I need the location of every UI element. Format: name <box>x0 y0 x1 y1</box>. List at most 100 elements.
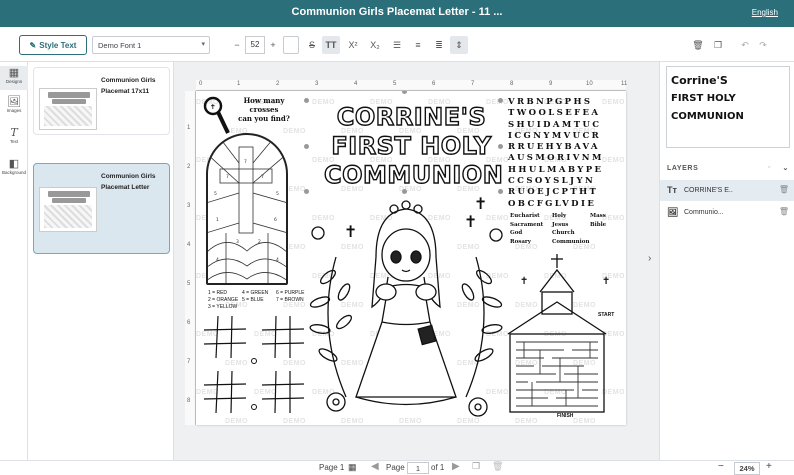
color-legend-col2: 4 = GREEN 5 = BLUE <box>242 290 269 303</box>
previous-page-icon[interactable]: ◀ <box>371 461 379 472</box>
word-list-col3: Mass Bible <box>590 213 607 228</box>
svg-text:7: 7 <box>226 174 229 180</box>
svg-text:3: 3 <box>236 239 239 245</box>
title-line-3[interactable]: COMMUNION <box>323 160 503 189</box>
bottom-bar: Page 1 ▦ ◀ Page 1 of 1 ▶ ❐ 🗑 − 24% + <box>0 460 794 475</box>
properties-panel: Corrine'S FIRST HOLY COMMUNION LAYERS ▫ … <box>659 62 794 460</box>
nav-background[interactable]: ◧ Background <box>0 157 28 181</box>
svg-text:1: 1 <box>216 217 219 223</box>
chevron-right-icon[interactable]: › <box>648 253 651 264</box>
horizontal-ruler: 0 1 2 3 4 5 6 7 8 9 10 11 <box>196 80 627 91</box>
superscript-button[interactable]: X² <box>344 36 362 54</box>
background-icon: ◧ <box>8 158 20 170</box>
nav-images[interactable]: 🖼 Images <box>0 95 28 119</box>
title-line-2[interactable]: FIRST HOLY <box>324 131 499 160</box>
magic-wand-icon: ✎ <box>29 40 37 50</box>
designs-panel: Communion Girls Placemat 17x11 Communion… <box>28 62 174 460</box>
stained-glass-window: 7 7 7 5 5 1 6 3 2 4 4 <box>206 133 288 285</box>
demo-watermark-text: DEMO <box>283 128 306 135</box>
redo-icon[interactable]: ↷ <box>754 36 772 54</box>
svg-text:5: 5 <box>214 191 217 197</box>
design-thumbnail <box>39 187 97 232</box>
svg-text:7: 7 <box>244 159 247 165</box>
document-title: Communion Girls Placemat Letter - 11 ... <box>291 6 503 18</box>
font-size-increase-button[interactable]: + <box>264 36 282 54</box>
trash-icon[interactable]: 🗑 <box>689 36 707 54</box>
resize-handle[interactable] <box>304 98 309 103</box>
svg-text:6: 6 <box>274 217 277 223</box>
trash-icon[interactable]: 🗑 <box>779 185 789 194</box>
top-bar: Communion Girls Placemat Letter - 11 ...… <box>0 0 794 27</box>
duplicate-icon[interactable]: ❐ <box>709 36 727 54</box>
subscript-button[interactable]: X₂ <box>366 36 384 54</box>
align-center-icon[interactable]: ≡ <box>409 36 427 54</box>
font-size-input[interactable]: 52 <box>245 36 265 54</box>
svg-text:✝: ✝ <box>520 276 528 287</box>
page-count: of 1 <box>431 463 445 472</box>
resize-handle[interactable] <box>304 189 309 194</box>
resize-handle[interactable] <box>304 144 309 149</box>
word-list-col2: Holy Jesus Church Communion <box>552 213 590 245</box>
grid-view-icon[interactable]: ▦ <box>348 462 357 473</box>
nav-text[interactable]: T Text <box>0 126 28 150</box>
design-name: Communion Girls Placemat 17x11 <box>101 77 156 95</box>
resize-handle[interactable] <box>402 189 407 194</box>
resize-handle[interactable] <box>498 189 503 194</box>
align-justify-icon[interactable]: ≣ <box>430 36 448 54</box>
trash-icon[interactable]: 🗑 <box>779 207 789 216</box>
duplicate-page-icon[interactable]: ❐ <box>472 461 480 472</box>
nav-designs[interactable]: ▦ Designs <box>0 66 28 90</box>
chevron-down-icon[interactable]: ⌄ <box>783 164 789 172</box>
design-card-17x11[interactable]: Communion Girls Placemat 17x11 <box>33 67 170 135</box>
delete-page-icon[interactable]: 🗑 <box>492 461 503 472</box>
color-legend-col1: 1 = RED 2 = ORANGE 3 = YELLOW <box>208 290 239 310</box>
svg-text:✝: ✝ <box>464 212 477 231</box>
zoom-in-button[interactable]: + <box>766 461 772 472</box>
strikethrough-button[interactable]: S <box>303 36 321 54</box>
images-icon: 🖼 <box>7 96 21 108</box>
svg-text:2: 2 <box>258 239 261 245</box>
word-list-col1: Eucharist Sacrament God Rosary <box>510 213 544 245</box>
text-icon: T <box>10 126 18 139</box>
layer-item-image[interactable]: 🖼 Communio... 🗑 <box>660 202 794 223</box>
zoom-out-button[interactable]: − <box>718 461 724 472</box>
church-maze: ✝ ✝ <box>507 254 610 413</box>
zoom-level[interactable]: 24% <box>734 462 760 475</box>
resize-handle[interactable] <box>402 91 407 94</box>
svg-text:✝: ✝ <box>474 197 487 213</box>
svg-text:5: 5 <box>276 191 279 197</box>
title-line-1[interactable]: CORRINE'S <box>324 102 499 131</box>
canvas-area[interactable]: 0 1 2 3 4 5 6 7 8 9 10 11 1 2 3 4 5 6 7 … <box>174 62 659 460</box>
image-layer-icon: 🖼 <box>667 207 679 217</box>
tic-tac-toe-grids <box>204 315 305 414</box>
resize-handle[interactable] <box>498 144 503 149</box>
text-color-swatch[interactable] <box>283 36 299 54</box>
color-legend-col3: 6 = PURPLE 7 = BROWN <box>276 290 305 303</box>
current-page-label: Page 1 <box>319 463 345 472</box>
uppercase-button[interactable]: TT <box>322 36 340 54</box>
svg-text:✝: ✝ <box>602 276 610 287</box>
vertical-ruler: 1 2 3 4 5 6 7 8 <box>185 91 196 425</box>
svg-text:4: 4 <box>216 257 219 263</box>
add-layer-icon[interactable]: ▫ <box>768 164 771 171</box>
undo-icon[interactable]: ↶ <box>736 36 754 54</box>
language-link[interactable]: English <box>752 8 778 17</box>
chevron-down-icon: ▾ <box>201 41 205 48</box>
next-page-icon[interactable]: ▶ <box>452 461 460 472</box>
font-family-select[interactable]: Demo Font 1 ▾ <box>92 36 210 54</box>
design-card-letter[interactable]: Communion Girls Placemat Letter <box>33 163 170 254</box>
placemat-page[interactable]: DEMO DEMO DEMO DEMO DEMO DEMO DEMO DEMO DEMO DEMO… <box>196 91 626 425</box>
word-search-grid: VRBNPGPHS TWOOLSEFEA SHUIDAMTUC ICGNYMVU… <box>508 97 604 209</box>
svg-text:✝: ✝ <box>344 222 357 241</box>
resize-handle[interactable] <box>498 98 503 103</box>
style-text-button[interactable]: ✎ Style Text <box>19 35 87 55</box>
design-name: Communion Girls Placemat Letter <box>101 173 156 191</box>
maze-finish-label: FINISH <box>557 413 574 419</box>
svg-text:4: 4 <box>276 257 279 263</box>
page-number-input[interactable]: 1 <box>407 462 429 474</box>
line-spacing-icon[interactable]: ⇕ <box>450 36 468 54</box>
font-size-decrease-button[interactable]: − <box>228 36 246 54</box>
magnifier-icon: ✝ <box>203 96 230 134</box>
bullet-list-icon[interactable]: ☰ <box>388 36 406 54</box>
layer-item-text[interactable]: Tт CORRINE'S E.. 🗑 <box>660 180 794 201</box>
